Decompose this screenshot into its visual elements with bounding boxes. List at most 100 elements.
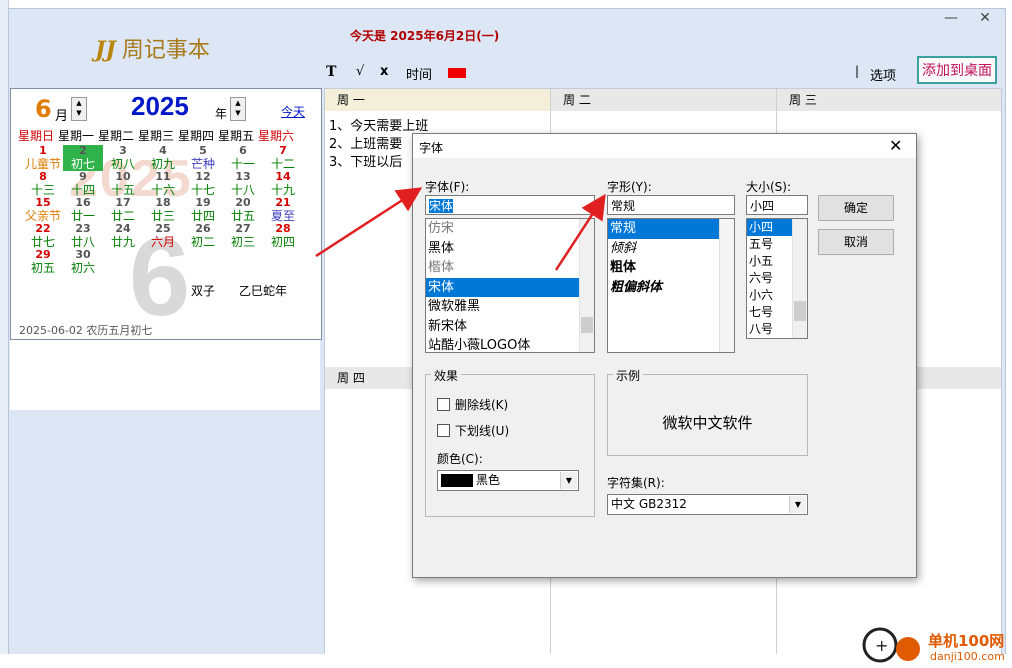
font-bold-icon[interactable]: T	[326, 64, 336, 80]
font-input[interactable]: 宋体	[425, 195, 595, 215]
list-item[interactable]: 粗体	[608, 258, 719, 278]
calendar-day[interactable]: 21 夏至	[263, 197, 303, 224]
calendar-day[interactable]: 12 十七	[183, 170, 223, 198]
lunar-label: 初六	[70, 261, 95, 275]
calendar-day[interactable]: 18 廿三	[143, 197, 183, 224]
style-input[interactable]: 常规	[607, 195, 735, 215]
list-item[interactable]: 八号	[747, 321, 792, 338]
calendar-day[interactable]: 5 芒种	[183, 145, 223, 172]
delete-icon[interactable]: x	[380, 64, 388, 79]
day-number: 28	[275, 222, 291, 235]
calendar-day[interactable]: 23 廿八	[63, 223, 103, 250]
minimize-button[interactable]: —	[938, 10, 964, 28]
month-value: 6	[35, 95, 52, 123]
chevron-down-icon[interactable]: ▼	[789, 496, 806, 513]
list-item[interactable]: 常规	[608, 219, 719, 239]
options-button[interactable]: 选项	[870, 65, 896, 84]
calendar-day[interactable]: 13 十八	[223, 171, 263, 198]
list-item[interactable]: 粗偏斜体	[608, 278, 719, 298]
list-item[interactable]: 微软雅黑	[426, 297, 579, 317]
scrollbar[interactable]	[719, 219, 734, 352]
list-item[interactable]: 倾斜	[608, 239, 719, 259]
cancel-button[interactable]: 取消	[818, 229, 894, 255]
year-spinner[interactable]: ▲ ▼	[230, 97, 246, 121]
note-line[interactable]: 3、下班以后	[329, 151, 402, 170]
calendar-day[interactable]: 6 十一	[223, 145, 263, 172]
strikeout-checkbox[interactable]	[437, 398, 450, 411]
chevron-down-icon[interactable]: ▼	[560, 472, 577, 489]
lunar-label: 初三	[230, 235, 255, 249]
down-arrow-icon[interactable]: ▼	[72, 108, 86, 118]
font-list[interactable]: 仿宋 黑体 楷体 宋体 微软雅黑 新宋体 站酷小薇LOGO体	[425, 218, 595, 353]
calendar-day[interactable]: 20 廿五	[223, 197, 263, 224]
note-line[interactable]: 1、今天需要上班	[329, 115, 428, 134]
calendar-day[interactable]: 16 廿一	[63, 197, 103, 224]
list-item[interactable]: 小五	[747, 253, 792, 270]
dialog-close-icon[interactable]: ✕	[889, 136, 902, 155]
calendar-day[interactable]: 26 初二	[183, 223, 223, 250]
calendar-day[interactable]: 2 初七	[63, 145, 103, 171]
check-icon[interactable]: √	[356, 64, 364, 79]
scrollbar-thumb[interactable]	[794, 301, 806, 321]
list-item[interactable]: 楷体	[426, 258, 579, 278]
month-spinner[interactable]: ▲ ▼	[71, 97, 87, 121]
today-link[interactable]: 今天	[281, 103, 305, 120]
ok-button[interactable]: 确定	[818, 195, 894, 221]
down-arrow-icon[interactable]: ▼	[231, 108, 245, 118]
list-item[interactable]: 小四	[747, 219, 792, 236]
calendar-day[interactable]: 8 十三	[23, 171, 63, 198]
scrollbar[interactable]	[792, 219, 807, 338]
close-button[interactable]: ✕	[972, 10, 998, 28]
watermark-logo-icon: +	[862, 627, 920, 663]
calendar-day[interactable]: 22 廿七	[23, 223, 63, 250]
color-swatch-icon[interactable]	[448, 68, 466, 78]
list-item[interactable]: 仿宋	[426, 219, 579, 239]
note-line[interactable]: 2、上班需要	[329, 133, 402, 152]
list-item[interactable]: 五号	[747, 236, 792, 253]
add-to-desktop-button[interactable]: 添加到桌面	[917, 56, 997, 84]
size-list[interactable]: 小四 五号 小五 六号 小六 七号 八号	[746, 218, 808, 339]
calendar-day[interactable]: 15 父亲节	[23, 197, 63, 224]
lunar-label: 廿九	[110, 235, 135, 249]
calendar-day[interactable]: 28 初四	[263, 222, 303, 250]
calendar-day[interactable]: 4 初九	[143, 145, 183, 172]
list-item[interactable]: 站酷小薇LOGO体	[426, 336, 579, 352]
list-item[interactable]: 六号	[747, 270, 792, 287]
list-item[interactable]: 宋体	[426, 277, 579, 297]
scrollbar[interactable]	[579, 219, 594, 352]
calendar-day[interactable]: 24 廿九	[103, 223, 143, 250]
day-number: 9	[79, 170, 87, 183]
color-combo[interactable]: 黑色 ▼	[437, 470, 579, 491]
list-item[interactable]: 新宋体	[426, 317, 579, 337]
calendar-day[interactable]: 14 十九	[263, 171, 303, 198]
lunar-label: 廿一	[70, 209, 95, 223]
calendar-day[interactable]: 19 廿四	[183, 197, 223, 224]
weekday-label: 星期一	[57, 129, 94, 143]
calendar-day[interactable]: 3 初八	[103, 145, 143, 172]
time-button[interactable]: 时间	[406, 64, 432, 83]
calendar-day[interactable]: 7 十二	[263, 145, 303, 172]
lunar-label: 六月	[150, 235, 175, 249]
day-number: 12	[195, 170, 211, 183]
list-item[interactable]: 黑体	[426, 239, 579, 259]
list-item[interactable]: 小六	[747, 287, 792, 304]
up-arrow-icon[interactable]: ▲	[72, 98, 86, 108]
calendar-day[interactable]: 30 初六	[63, 249, 103, 276]
style-list[interactable]: 常规 倾斜 粗体 粗偏斜体	[607, 218, 735, 353]
scrollbar-thumb[interactable]	[581, 317, 593, 333]
calendar-day[interactable]: 17 廿二	[103, 197, 143, 224]
calendar-day[interactable]: 1 儿童节	[23, 145, 63, 172]
lunar-label: 十三	[30, 183, 55, 197]
calendar-day[interactable]: 29 初五	[23, 249, 63, 276]
calendar-day[interactable]: 10 十五	[103, 171, 143, 198]
underline-checkbox[interactable]	[437, 424, 450, 437]
charset-combo[interactable]: 中文 GB2312 ▼	[607, 494, 808, 515]
calendar-day[interactable]: 9 十四	[63, 170, 103, 198]
calendar-day[interactable]: 27 初三	[223, 223, 263, 250]
calendar-day[interactable]: 11 十六	[143, 171, 183, 198]
lunar-label: 廿二	[110, 209, 135, 223]
size-input[interactable]: 小四	[746, 195, 808, 215]
up-arrow-icon[interactable]: ▲	[231, 98, 245, 108]
list-item[interactable]: 七号	[747, 304, 792, 321]
calendar-day[interactable]: 25 六月	[143, 223, 183, 250]
